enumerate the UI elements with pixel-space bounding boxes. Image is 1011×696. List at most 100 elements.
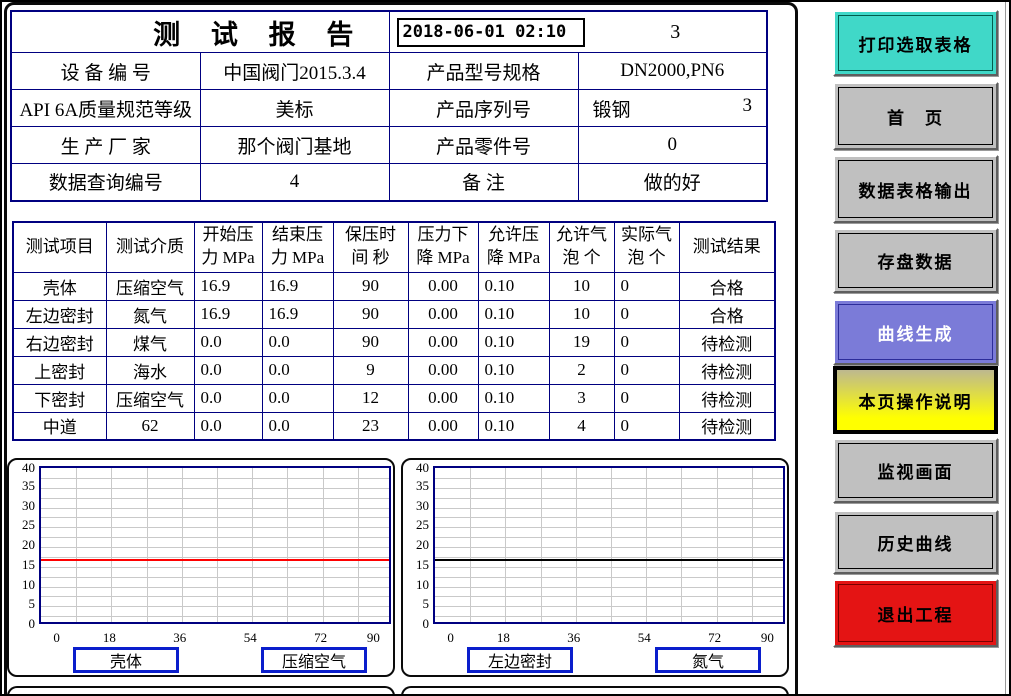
x-axis-tick-label: 0	[37, 630, 77, 646]
test-table-cell: 0.0	[262, 356, 333, 384]
test-table-header-cell: 测试介质	[106, 222, 194, 272]
test-table-header-cell: 实际气 泡 个	[614, 222, 679, 272]
y-axis-tick-label: 40	[9, 460, 35, 475]
sidebar-button-exit-project[interactable]: 退出工程	[833, 579, 998, 647]
report-header-table: 测 试 报 告 2018-06-01 02:10 3 设 备 编 号 中国阀门2…	[10, 10, 768, 202]
test-table-cell: 0	[614, 412, 679, 440]
sidebar-button-home[interactable]: 首 页	[833, 82, 998, 150]
x-axis-tick-label: 36	[160, 630, 200, 646]
y-axis-tick-label: 0	[403, 616, 429, 631]
sidebar-button-data-table-output[interactable]: 数据表格输出	[833, 155, 998, 223]
gridline-horizontal	[435, 577, 783, 578]
gridline-horizontal	[41, 508, 389, 509]
gridline-vertical	[323, 468, 324, 622]
report-title-cell: 测 试 报 告	[11, 11, 389, 53]
x-axis-tick-label: 54	[624, 630, 664, 646]
sidebar-button-monitor-screen[interactable]: 监视画面	[833, 438, 998, 503]
test-table-cell: 90	[333, 272, 408, 300]
gridline-horizontal	[435, 596, 783, 597]
info-value: 中国阀门2015.3.4	[200, 53, 389, 90]
test-table-cell: 0.10	[478, 384, 549, 412]
gridline-horizontal	[435, 557, 783, 558]
test-table-cell: 0.00	[408, 328, 478, 356]
test-table-cell: 0.0	[194, 328, 262, 356]
test-table-header-cell: 测试结果	[679, 222, 775, 272]
test-table-cell: 中道	[13, 412, 106, 440]
test-table-header-cell: 保压时 间 秒	[333, 222, 408, 272]
gridline-vertical	[576, 468, 577, 622]
test-table-cell: 合格	[679, 300, 775, 328]
test-table-cell: 9	[333, 356, 408, 384]
chart-item-label: 壳体	[73, 647, 179, 673]
info-value: 4	[200, 164, 389, 201]
gridline-horizontal	[41, 517, 389, 518]
test-table-cell: 90	[333, 300, 408, 328]
gridline-horizontal	[435, 606, 783, 607]
gridline-horizontal	[41, 527, 389, 528]
test-table-cell: 12	[333, 384, 408, 412]
gridline-vertical	[611, 468, 612, 622]
test-table-cell: 0.0	[262, 328, 333, 356]
gridline-horizontal	[435, 616, 783, 617]
gridline-horizontal	[435, 527, 783, 528]
gridline-vertical	[358, 468, 359, 622]
gridline-vertical	[252, 468, 253, 622]
report-number: 3	[585, 21, 767, 44]
gridline-horizontal	[41, 557, 389, 558]
test-table-cell: 0.00	[408, 356, 478, 384]
page-title: 测 试 报 告	[12, 13, 389, 52]
sidebar-button-label: 监视画面	[838, 443, 993, 498]
sidebar-button-history-curve[interactable]: 历史曲线	[833, 510, 998, 574]
x-axis-tick-label: 90	[747, 630, 787, 646]
sidebar-button-page-help[interactable]: 本页操作说明	[833, 366, 998, 434]
x-axis-tick-label: 18	[89, 630, 129, 646]
test-table-cell: 0	[614, 328, 679, 356]
sidebar-button-print-select-table[interactable]: 打印选取表格	[833, 10, 998, 76]
gridline-horizontal	[435, 547, 783, 548]
y-axis-tick-label: 15	[9, 557, 35, 572]
test-table-cell: 10	[549, 300, 614, 328]
test-table-cell: 0.10	[478, 412, 549, 440]
sidebar-button-label: 存盘数据	[838, 233, 993, 288]
test-table-cell: 待检测	[679, 356, 775, 384]
trend-line	[435, 559, 783, 561]
plot-area	[433, 466, 785, 624]
sidebar-button-label: 本页操作说明	[837, 370, 994, 430]
test-table-cell: 0	[614, 272, 679, 300]
gridline-vertical	[182, 468, 183, 622]
gridline-horizontal	[41, 488, 389, 489]
sidebar-button-label: 打印选取表格	[838, 15, 993, 71]
x-axis-tick-label: 36	[554, 630, 594, 646]
gridline-vertical	[470, 468, 471, 622]
test-table-header-cell: 压力下 降 MPa	[408, 222, 478, 272]
test-table-cell: 0.00	[408, 300, 478, 328]
info-label: 产品零件号	[389, 127, 578, 164]
y-axis-tick-label: 25	[9, 517, 35, 532]
info-label: 生 产 厂 家	[11, 127, 200, 164]
test-table-header-cell: 允许压 降 MPa	[478, 222, 549, 272]
test-table-header-cell: 结束压 力 MPa	[262, 222, 333, 272]
table-row: 下密封压缩空气0.00.0120.000.1030待检测	[13, 384, 775, 412]
y-axis-tick-label: 15	[403, 557, 429, 572]
test-table-cell: 10	[549, 272, 614, 300]
test-table-cell: 0.00	[408, 412, 478, 440]
test-table-cell: 右边密封	[13, 328, 106, 356]
trend-chart-left-seal: 403530252015105001836547290左边密封氮气	[401, 458, 789, 677]
y-axis-tick-label: 10	[9, 577, 35, 592]
test-table-header-cell: 测试项目	[13, 222, 106, 272]
test-table-cell: 23	[333, 412, 408, 440]
gridline-horizontal	[41, 616, 389, 617]
table-row: 中道620.00.0230.000.1040待检测	[13, 412, 775, 440]
test-table-cell: 90	[333, 328, 408, 356]
gridline-vertical	[717, 468, 718, 622]
sidebar-button-curve-generate[interactable]: 曲线生成	[833, 299, 998, 365]
gridline-horizontal	[41, 577, 389, 578]
test-table-cell: 氮气	[106, 300, 194, 328]
y-axis-tick-label: 10	[403, 577, 429, 592]
sidebar-button-save-data[interactable]: 存盘数据	[833, 228, 998, 293]
gridline-horizontal	[435, 517, 783, 518]
chart-container-partial	[7, 686, 395, 696]
info-value: 美标	[200, 90, 389, 127]
datetime-field[interactable]: 2018-06-01 02:10	[397, 18, 585, 47]
chart-container-partial	[401, 686, 789, 696]
